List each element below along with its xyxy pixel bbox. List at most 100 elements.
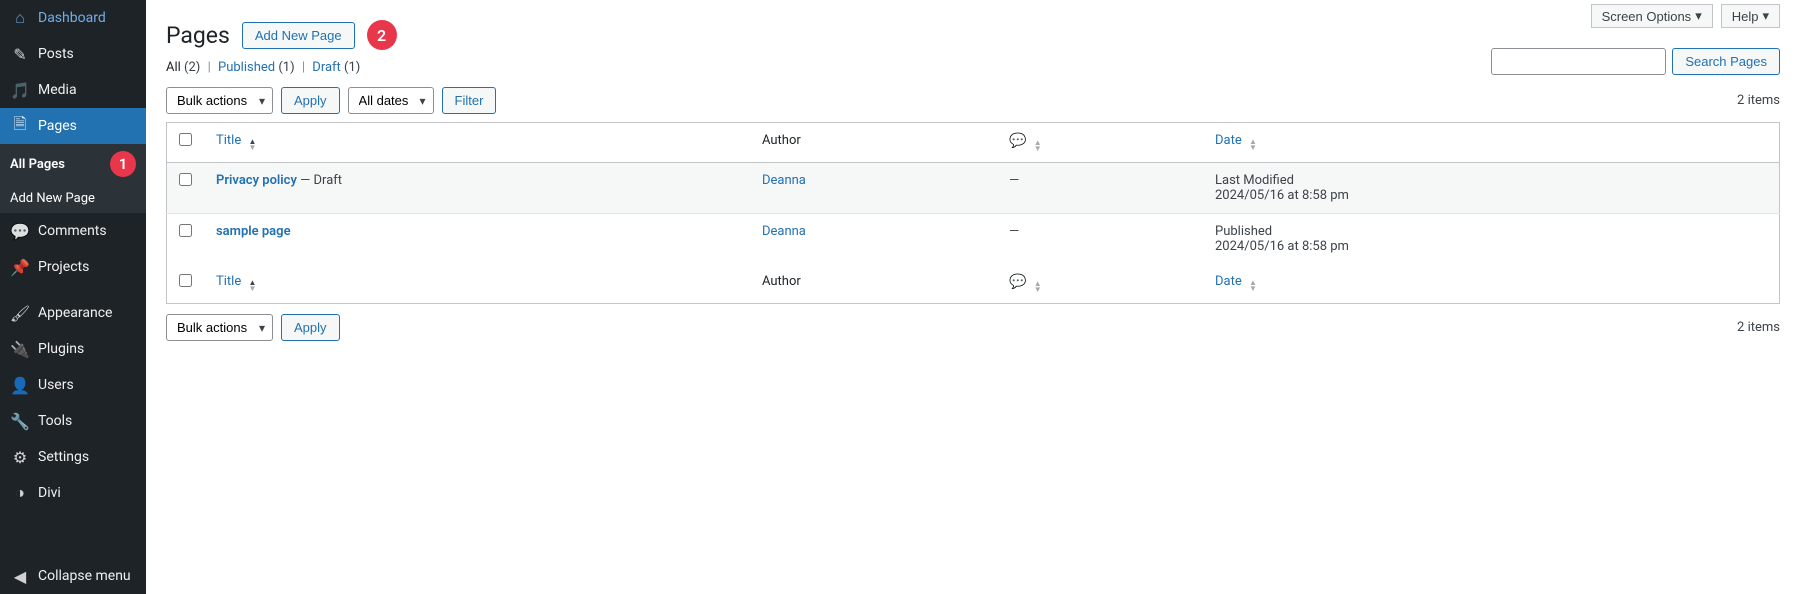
sidebar-subitem-add-new-page[interactable]: Add New Page (0, 184, 146, 213)
sidebar-item-appearance[interactable]: 🖌 Appearance (0, 295, 146, 331)
sidebar-item-label: Plugins (38, 341, 84, 357)
collapse-label: Collapse menu (38, 568, 131, 584)
items-count-top: 2 items (1737, 93, 1780, 108)
table-row: Privacy policy — Draft Deanna — Last Mod… (167, 163, 1780, 214)
col-date-header[interactable]: Date ▲▼ (1203, 123, 1780, 163)
items-count-bottom: 2 items (1737, 320, 1780, 335)
row-checkbox[interactable] (179, 173, 192, 186)
row-checkbox[interactable] (179, 224, 192, 237)
sidebar-item-label: Media (38, 82, 77, 98)
annotation-badge-1: 1 (110, 151, 136, 177)
filter-button[interactable]: Filter (442, 87, 497, 114)
plugins-icon: 🔌 (10, 339, 30, 359)
col-author-header: Author (750, 123, 997, 163)
tools-icon: 🔧 (10, 411, 30, 431)
page-title-link[interactable]: Privacy policy (216, 173, 297, 188)
search-input[interactable] (1491, 48, 1666, 75)
settings-icon: ⚙ (10, 447, 30, 467)
collapse-menu-button[interactable]: ◀ Collapse menu (0, 558, 146, 594)
bulk-actions-select-top[interactable]: Bulk actions (166, 87, 273, 114)
admin-sidebar: ⌂ Dashboard ✎ Posts 🎵 Media 🗎 Pages All … (0, 0, 146, 594)
sort-icon: ▲▼ (1034, 281, 1042, 293)
sidebar-item-pages[interactable]: 🗎 Pages (0, 108, 146, 144)
sidebar-subitem-label: All Pages (10, 157, 65, 172)
top-right-tabs: Screen Options ▾ Help ▾ (1591, 4, 1780, 28)
search-pages-button[interactable]: Search Pages (1672, 48, 1780, 75)
sidebar-item-label: Divi (38, 485, 61, 501)
main-content: Screen Options ▾ Help ▾ Pages Add New Pa… (146, 0, 1800, 594)
date-filter-select[interactable]: All dates (348, 87, 434, 114)
sidebar-item-users[interactable]: 👤 Users (0, 367, 146, 403)
add-new-page-button[interactable]: Add New Page (242, 22, 355, 49)
sort-icon: ▲▼ (248, 280, 256, 292)
media-icon: 🎵 (10, 80, 30, 100)
sidebar-item-divi[interactable]: ◑ Divi (0, 475, 146, 511)
pin-icon: ✎ (10, 44, 30, 64)
sidebar-item-label: Posts (38, 46, 74, 62)
sidebar-item-label: Settings (38, 449, 89, 465)
sidebar-item-plugins[interactable]: 🔌 Plugins (0, 331, 146, 367)
select-all-checkbox-bottom[interactable] (179, 274, 192, 287)
sidebar-item-projects[interactable]: 📌 Projects (0, 249, 146, 285)
sidebar-item-label: Tools (38, 413, 72, 429)
filter-draft-count: (1) (344, 60, 360, 75)
pages-table: Title ▲▼ Author 💬 ▲▼ Date ▲▼ (166, 122, 1780, 304)
collapse-icon: ◀ (10, 566, 30, 586)
sidebar-item-settings[interactable]: ⚙ Settings (0, 439, 146, 475)
table-row: sample page Deanna — Published 2024/05/1… (167, 214, 1780, 265)
date-status: Last Modified (1215, 173, 1767, 188)
sidebar-item-comments[interactable]: 💬 Comments (0, 213, 146, 249)
screen-options-button[interactable]: Screen Options ▾ (1591, 4, 1713, 28)
author-link[interactable]: Deanna (762, 173, 806, 188)
chevron-down-icon: ▾ (1762, 8, 1769, 24)
sort-icon: ▲▼ (1249, 139, 1257, 151)
chevron-down-icon: ▾ (1695, 8, 1702, 24)
col-title-footer[interactable]: Title ▲▼ (204, 264, 750, 304)
page-status-suffix: — Draft (297, 173, 342, 188)
col-comments-header[interactable]: 💬 ▲▼ (997, 123, 1203, 163)
sidebar-subitem-all-pages[interactable]: All Pages 1 (0, 144, 146, 184)
sidebar-item-tools[interactable]: 🔧 Tools (0, 403, 146, 439)
filter-draft-link[interactable]: Draft (312, 60, 341, 75)
col-title-header[interactable]: Title ▲▼ (204, 123, 750, 163)
sidebar-item-media[interactable]: 🎵 Media (0, 72, 146, 108)
col-comments-footer[interactable]: 💬 ▲▼ (997, 264, 1203, 304)
col-date-footer[interactable]: Date ▲▼ (1203, 264, 1780, 304)
filter-published-link[interactable]: Published (218, 60, 275, 75)
help-button[interactable]: Help ▾ (1721, 4, 1780, 28)
author-link[interactable]: Deanna (762, 224, 806, 239)
comment-icon: 💬 (1009, 133, 1026, 149)
appearance-icon: 🖌 (10, 303, 30, 323)
sort-icon: ▲▼ (1249, 280, 1257, 292)
page-title-link[interactable]: sample page (216, 224, 291, 239)
divi-icon: ◑ (10, 483, 30, 503)
filter-all-link[interactable]: All (166, 60, 181, 75)
select-all-checkbox-top[interactable] (179, 133, 192, 146)
col-author-footer: Author (750, 264, 997, 304)
help-label: Help (1732, 9, 1759, 24)
page-title: Pages (166, 22, 230, 49)
sidebar-item-label: Appearance (38, 305, 112, 321)
screen-options-label: Screen Options (1602, 9, 1692, 24)
annotation-badge-2: 2 (367, 20, 397, 50)
sidebar-item-label: Pages (38, 118, 77, 134)
date-status: Published (1215, 224, 1767, 239)
apply-button-bottom[interactable]: Apply (281, 314, 340, 341)
filter-published-count: (1) (278, 60, 294, 75)
users-icon: 👤 (10, 375, 30, 395)
comment-icon: 💬 (1009, 274, 1026, 290)
sidebar-item-posts[interactable]: ✎ Posts (0, 36, 146, 72)
sidebar-item-label: Users (38, 377, 74, 393)
bulk-actions-select-bottom[interactable]: Bulk actions (166, 314, 273, 341)
apply-button-top[interactable]: Apply (281, 87, 340, 114)
filter-all-count: (2) (184, 60, 200, 75)
sort-icon: ▲▼ (1034, 140, 1042, 152)
sidebar-item-dashboard[interactable]: ⌂ Dashboard (0, 0, 146, 36)
sidebar-subitem-label: Add New Page (10, 191, 95, 206)
date-value: 2024/05/16 at 8:58 pm (1215, 188, 1767, 203)
comments-icon: 💬 (10, 221, 30, 241)
dashboard-icon: ⌂ (10, 8, 30, 28)
sort-icon: ▲▼ (248, 139, 256, 151)
comments-cell: — (997, 163, 1203, 214)
projects-icon: 📌 (10, 257, 30, 277)
